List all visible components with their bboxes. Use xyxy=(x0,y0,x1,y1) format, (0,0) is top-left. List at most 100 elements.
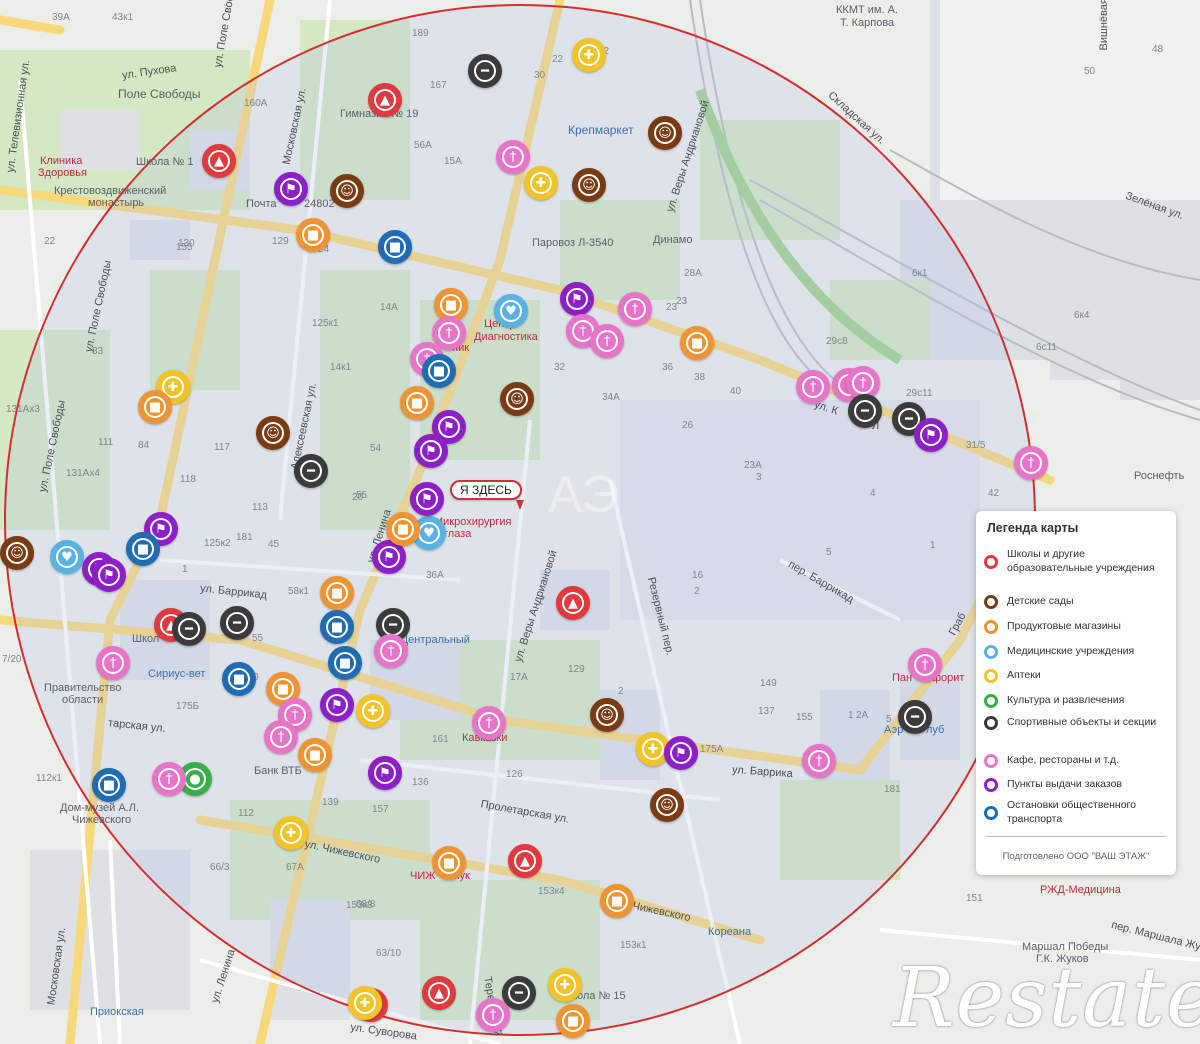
sport-marker[interactable]: ━ xyxy=(898,700,932,734)
sport-marker[interactable]: ━ xyxy=(294,454,328,488)
transport-marker[interactable]: ■ xyxy=(328,646,362,680)
grocery-marker[interactable]: ■ xyxy=(432,846,466,880)
pickup-marker[interactable]: ⚑ xyxy=(320,688,354,722)
cafe-marker[interactable]: † xyxy=(496,140,530,174)
pickup-marker[interactable]: ⚑ xyxy=(560,282,594,316)
cafe-marker[interactable]: † xyxy=(618,292,652,326)
transport-marker[interactable]: ■ xyxy=(222,662,256,696)
pharmacy-marker[interactable]: ✚ xyxy=(524,166,558,200)
cafe-marker[interactable]: † xyxy=(96,646,130,680)
sport-marker[interactable]: ━ xyxy=(172,612,206,646)
kindergarten-marker[interactable]: ☺ xyxy=(648,116,682,150)
cafe-icon: † xyxy=(852,372,874,394)
cafe-marker[interactable]: † xyxy=(472,706,506,740)
legend-item: Медицинские учреждения xyxy=(984,645,1170,659)
school-marker[interactable]: ▲ xyxy=(422,976,456,1010)
kindergarten-marker[interactable]: ☺ xyxy=(650,788,684,822)
sport-marker[interactable]: ━ xyxy=(468,54,502,88)
transport-marker[interactable]: ■ xyxy=(378,230,412,264)
sport-marker[interactable]: ━ xyxy=(220,606,254,640)
grocery-marker[interactable]: ■ xyxy=(600,884,634,918)
grocery-marker[interactable]: ■ xyxy=(400,386,434,420)
cafe-icon: † xyxy=(596,330,618,352)
building-number: 4 xyxy=(870,488,876,499)
building-number: 48 xyxy=(1152,44,1164,55)
cafe-marker[interactable]: † xyxy=(476,998,510,1032)
building-number: 32 xyxy=(554,362,566,373)
transport-marker[interactable]: ■ xyxy=(320,610,354,644)
kindergarten-marker[interactable]: ☺ xyxy=(0,536,34,570)
pharmacy-marker[interactable]: ✚ xyxy=(274,816,308,850)
legend-swatch-icon xyxy=(984,554,998,569)
kindergarten-marker[interactable]: ☺ xyxy=(590,698,624,732)
cafe-icon: † xyxy=(502,146,524,168)
building-number: 112 xyxy=(238,808,254,819)
pickup-marker[interactable]: ⚑ xyxy=(274,172,308,206)
building-number: 23А xyxy=(744,460,762,471)
legend-credit: Подготовлено ООО "ВАШ ЭТАЖ" xyxy=(1002,851,1150,862)
school-marker[interactable]: ▲ xyxy=(368,83,402,117)
legend-item-label: Школы и другие образовательные учреждени… xyxy=(1007,548,1155,574)
cafe-marker[interactable]: † xyxy=(590,324,624,358)
building-number: 118 xyxy=(180,474,196,485)
legend-swatch-icon xyxy=(984,620,998,634)
pharmacy-marker[interactable]: ✚ xyxy=(356,694,390,728)
building-number: 125к2 xyxy=(204,538,231,549)
medical-icon: ♥ xyxy=(418,522,440,544)
pickup-marker[interactable]: ⚑ xyxy=(664,736,698,770)
legend-item: Продуктовые магазины xyxy=(984,620,1170,634)
pickup-icon: ⚑ xyxy=(326,694,348,716)
legend-item-label: Аптеки xyxy=(1007,669,1041,682)
map-canvas[interactable]: АЭ ККМТ им. А. Т. Карпова ул. Пухова ул.… xyxy=(0,0,1200,1044)
cafe-marker[interactable]: † xyxy=(374,634,408,668)
grocery-marker[interactable]: ■ xyxy=(386,512,420,546)
cafe-marker[interactable]: † xyxy=(1014,446,1048,480)
medical-marker[interactable]: ♥ xyxy=(494,294,528,328)
pickup-marker[interactable]: ⚑ xyxy=(92,558,126,592)
pharmacy-marker[interactable]: ✚ xyxy=(348,986,382,1020)
kindergarten-icon: ☺ xyxy=(6,542,28,564)
grocery-marker[interactable]: ■ xyxy=(296,218,330,252)
legend-item-label: Спортивные объекты и секции xyxy=(1007,716,1157,729)
pharmacy-icon: ✚ xyxy=(530,172,552,194)
school-marker[interactable]: ▲ xyxy=(556,586,590,620)
school-marker[interactable]: ▲ xyxy=(202,144,236,178)
transport-marker[interactable]: ■ xyxy=(422,354,456,388)
grocery-marker[interactable]: ■ xyxy=(680,326,714,360)
cafe-marker[interactable]: † xyxy=(264,720,298,754)
transport-marker[interactable]: ■ xyxy=(92,768,126,802)
building-number: 40 xyxy=(730,386,742,397)
medical-marker[interactable]: ♥ xyxy=(50,540,84,574)
kindergarten-marker[interactable]: ☺ xyxy=(500,382,534,416)
here-label[interactable]: Я ЗДЕСЬ xyxy=(450,480,524,510)
grocery-marker[interactable]: ■ xyxy=(556,1004,590,1038)
kindergarten-marker[interactable]: ☺ xyxy=(572,168,606,202)
cafe-marker[interactable]: † xyxy=(796,370,830,404)
building-number: 136 xyxy=(412,777,429,788)
pickup-marker[interactable]: ⚑ xyxy=(914,418,948,452)
kindergarten-marker[interactable]: ☺ xyxy=(256,416,290,450)
label-tsentralny: Центральный xyxy=(400,634,470,646)
pickup-marker[interactable]: ⚑ xyxy=(368,756,402,790)
pharmacy-marker[interactable]: ✚ xyxy=(572,38,606,72)
cafe-marker[interactable]: † xyxy=(908,648,942,682)
cafe-marker[interactable]: † xyxy=(802,744,836,778)
pickup-marker[interactable]: ⚑ xyxy=(414,434,448,468)
pharmacy-marker[interactable]: ✚ xyxy=(548,968,582,1002)
label-chizh-top: ЧИЖ xyxy=(410,870,436,882)
building-number: 83 xyxy=(92,346,104,357)
pickup-marker[interactable]: ⚑ xyxy=(410,482,444,516)
grocery-marker[interactable]: ■ xyxy=(320,576,354,610)
school-marker[interactable]: ▲ xyxy=(508,844,542,878)
cafe-marker[interactable]: † xyxy=(152,762,186,796)
grocery-marker[interactable]: ■ xyxy=(298,738,332,772)
sport-marker[interactable]: ━ xyxy=(848,394,882,428)
building-number: 117 xyxy=(214,442,230,453)
kindergarten-marker[interactable]: ☺ xyxy=(330,174,364,208)
grocery-marker[interactable]: ■ xyxy=(138,390,172,424)
building-number: 181 xyxy=(236,532,253,543)
school-icon: ▲ xyxy=(562,592,584,614)
label-pan: Пан xyxy=(892,672,913,684)
medical-icon: ♥ xyxy=(56,546,78,568)
transport-marker[interactable]: ■ xyxy=(126,532,160,566)
